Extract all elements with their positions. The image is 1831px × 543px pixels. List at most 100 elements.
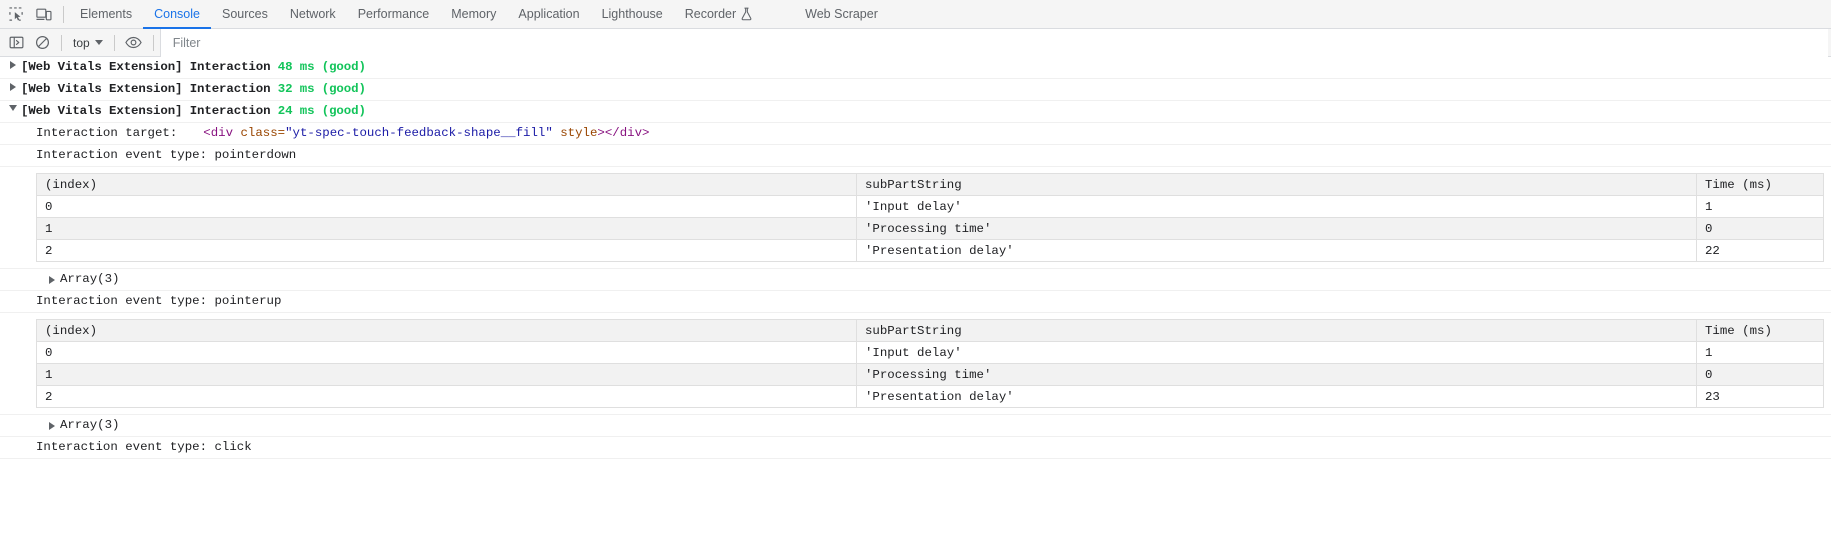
toolbar-divider-3 (152, 34, 154, 51)
collapse-toggle[interactable] (4, 103, 21, 111)
column-header-time[interactable]: Time (ms) (1696, 319, 1824, 342)
tab-performance[interactable]: Performance (347, 0, 441, 29)
tab-memory-label: Memory (451, 6, 497, 21)
column-header-subpartstring[interactable]: subPartString (856, 319, 1697, 342)
interaction-target-row: Interaction target: <div class= "yt-spec-t… (0, 123, 1831, 145)
console-table: (index) subPartString Time (ms) 0 'Input… (36, 319, 1824, 408)
devtools-tab-bar: Elements Console Sources Network Perform… (0, 0, 1831, 29)
console-table-body: 0 'Input delay' 1 1 'Processing time' 0 … (36, 341, 1824, 408)
chevron-right-icon (9, 61, 16, 69)
console-table-header-row: (index) subPartString Time (ms) (36, 319, 1824, 342)
expand-toggle[interactable] (4, 59, 21, 69)
tab-elements[interactable]: Elements (69, 0, 143, 29)
toolbar-divider-1 (61, 34, 62, 51)
experiment-flask-glyph (741, 7, 752, 21)
column-header-time[interactable]: Time (ms) (1696, 173, 1824, 196)
clear-console-glyph (35, 35, 49, 50)
console-message-row[interactable]: [Web Vitals Extension] Interaction 48 ms… (0, 57, 1831, 79)
interaction-event-type-row: Interaction event type: pointerup (0, 291, 1831, 313)
console-table-header-row: (index) subPartString Time (ms) (36, 173, 1824, 196)
dom-snippet-close-bracket: > (597, 126, 605, 140)
tab-lighthouse[interactable]: Lighthouse (591, 0, 674, 29)
inspect-element-icon[interactable] (2, 1, 30, 28)
tab-lighthouse-label: Lighthouse (601, 6, 663, 21)
cell-subpartstring: 'Input delay' (856, 195, 1697, 218)
device-toolbar-glyph (36, 8, 52, 20)
table-row[interactable]: 1 'Processing time' 0 (36, 363, 1824, 386)
array-expand-row[interactable]: Array(3) (0, 415, 1831, 437)
console-message-text: [Web Vitals Extension] Interaction 24 ms… (21, 103, 366, 120)
console-message-list[interactable]: [Web Vitals Extension] Interaction 48 ms… (0, 57, 1831, 543)
cell-subpartstring: 'Processing time' (856, 217, 1697, 240)
cell-time: 0 (1696, 363, 1824, 386)
console-message-row[interactable]: [Web Vitals Extension] Interaction 32 ms… (0, 79, 1831, 101)
table-row[interactable]: 0 'Input delay' 1 (36, 341, 1824, 364)
filter-field-wrapper (159, 28, 1828, 57)
table-row[interactable]: 1 'Processing time' 0 (36, 217, 1824, 240)
sidebar-toggle-icon[interactable] (3, 31, 29, 55)
console-message-row-expanded[interactable]: [Web Vitals Extension] Interaction 24 ms… (0, 101, 1831, 123)
interaction-event-type-label: Interaction event type: pointerup (36, 294, 282, 308)
tab-sources[interactable]: Sources (211, 0, 279, 29)
cell-time: 22 (1696, 239, 1824, 262)
column-header-subpartstring[interactable]: subPartString (856, 173, 1697, 196)
column-header-index[interactable]: (index) (36, 173, 857, 196)
interaction-target-label: Interaction target: (36, 126, 178, 140)
eye-icon[interactable] (121, 31, 147, 55)
execution-context-label: top (73, 35, 90, 50)
filter-input[interactable] (170, 34, 1828, 51)
tab-elements-label: Elements (80, 6, 133, 21)
cell-index: 1 (36, 217, 857, 240)
dom-snippet-open-tag[interactable]: <div (203, 125, 240, 142)
column-header-index[interactable]: (index) (36, 319, 857, 342)
dom-snippet-close-tag: </div> (604, 126, 650, 140)
clear-console-icon[interactable] (29, 31, 55, 55)
console-table-wrapper: (index) subPartString Time (ms) 0 'Input… (0, 313, 1831, 415)
execution-context-selector[interactable]: top (68, 34, 108, 52)
chevron-right-icon (49, 422, 55, 430)
expand-toggle[interactable] (44, 421, 60, 430)
cell-index: 0 (36, 195, 857, 218)
array-label: Array(3) (60, 418, 120, 432)
sidebar-toggle-glyph (9, 36, 23, 49)
dom-snippet-attr2: style (552, 126, 598, 140)
cell-time: 23 (1696, 385, 1824, 408)
tab-sources-label: Sources (221, 6, 268, 21)
cell-subpartstring: 'Input delay' (856, 341, 1697, 364)
tab-network[interactable]: Network (279, 0, 347, 29)
array-label: Array(3) (60, 272, 120, 286)
toolbar-divider-2 (113, 34, 115, 51)
cell-index: 2 (36, 239, 857, 262)
expand-toggle[interactable] (44, 275, 60, 284)
array-expand-row[interactable]: Array(3) (0, 269, 1831, 291)
inspect-element-glyph (8, 6, 23, 21)
chevron-down-icon (94, 40, 103, 45)
tab-network-label: Network (289, 6, 336, 21)
cell-index: 2 (36, 385, 857, 408)
console-table-wrapper: (index) subPartString Time (ms) 0 'Input… (0, 167, 1831, 269)
table-row[interactable]: 0 'Input delay' 1 (36, 195, 1824, 218)
cell-subpartstring: 'Presentation delay' (856, 385, 1697, 408)
console-message-text: [Web Vitals Extension] Interaction 32 ms… (21, 81, 366, 98)
tab-application[interactable]: Application (507, 0, 590, 29)
console-table-head: (index) subPartString Time (ms) (36, 173, 1824, 196)
cell-time: 0 (1696, 217, 1824, 240)
tab-web-scraper[interactable]: Web Scraper (794, 0, 889, 29)
device-toolbar-icon[interactable] (30, 1, 58, 28)
tab-console[interactable]: Console (143, 0, 211, 29)
tab-recorder[interactable]: Recorder (674, 0, 764, 29)
dom-snippet-attr-name: class= (240, 126, 286, 140)
chevron-down-icon (8, 105, 17, 111)
table-row[interactable]: 2 'Presentation delay' 23 (36, 385, 1824, 408)
message-prefix: [Web Vitals Extension] Interaction (21, 104, 278, 118)
cell-time: 1 (1696, 195, 1824, 218)
message-prefix: [Web Vitals Extension] Interaction (21, 60, 278, 74)
tab-web-scraper-label: Web Scraper (805, 6, 878, 21)
eye-glyph (125, 36, 142, 49)
interaction-event-type-row: Interaction event type: pointerdown (0, 145, 1831, 167)
interaction-event-type-label: Interaction event type: click (36, 440, 252, 454)
message-prefix: [Web Vitals Extension] Interaction (21, 82, 278, 96)
tab-memory[interactable]: Memory (440, 0, 507, 29)
expand-toggle[interactable] (4, 81, 21, 91)
table-row[interactable]: 2 'Presentation delay' 22 (36, 239, 1824, 262)
